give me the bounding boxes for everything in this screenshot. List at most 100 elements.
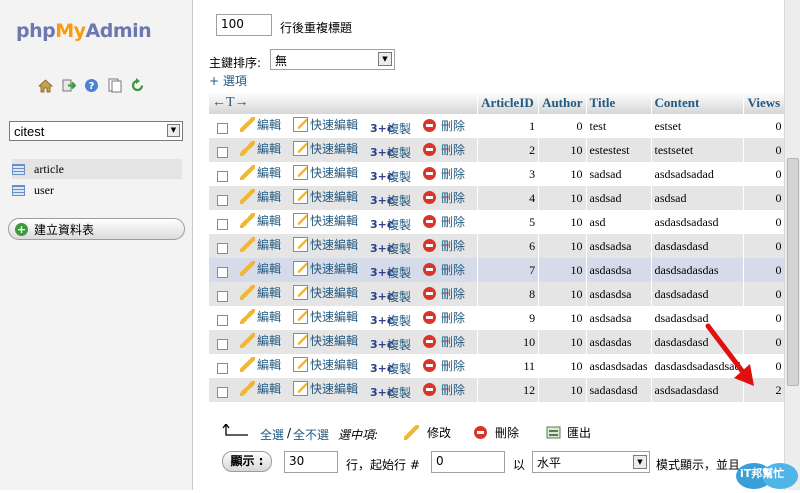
copy-button[interactable]: 3+c 複製	[370, 120, 411, 137]
cell-title[interactable]: asdasdas	[586, 330, 652, 354]
table-row[interactable]: 編輯 快速編輯 3+c 複製 刪除 2 10 estestest testsete…	[209, 138, 786, 162]
row-checkbox[interactable]	[217, 219, 228, 231]
cell-content[interactable]: estset	[651, 114, 745, 138]
column-header-articleid[interactable]: ArticleID	[477, 92, 540, 114]
cell-content[interactable]: asdasdsadasd	[651, 210, 745, 234]
cell-author[interactable]: 0	[538, 114, 587, 138]
table-row[interactable]: 編輯 快速編輯 3+c 複製 刪除 11 10 asdasdsadas dasda…	[209, 354, 786, 378]
cell-views[interactable]: 0	[743, 186, 786, 210]
column-resize-arrows[interactable]: ←T→	[209, 92, 479, 114]
row-checkbox[interactable]	[217, 387, 228, 399]
quick-edit-button[interactable]: 快速編輯	[293, 380, 358, 397]
copy-button[interactable]: 3+c 複製	[370, 288, 411, 305]
delete-button[interactable]: 刪除	[423, 333, 465, 350]
docs-icon[interactable]	[107, 78, 122, 93]
cell-articleid[interactable]: 7	[477, 258, 540, 282]
row-checkbox[interactable]	[217, 123, 228, 135]
help-icon[interactable]: ?	[84, 78, 99, 93]
delete-button[interactable]: 刪除	[423, 285, 465, 302]
quick-edit-button[interactable]: 快速編輯	[293, 164, 358, 181]
cell-articleid[interactable]: 8	[477, 282, 540, 306]
delete-button[interactable]: 刪除	[423, 357, 465, 374]
table-row[interactable]: 編輯 快速編輯 3+c 複製 刪除 5 10 asd asdasdsadasd 0	[209, 210, 786, 234]
cell-author[interactable]: 10	[538, 354, 587, 378]
scrollbar-thumb[interactable]	[787, 158, 799, 386]
sort-by-key-select[interactable]: 無 ▼	[270, 49, 395, 70]
edit-button[interactable]: 編輯	[240, 188, 281, 205]
cell-content[interactable]: dasdasdasd	[651, 234, 745, 258]
edit-button[interactable]: 編輯	[240, 356, 281, 373]
cell-author[interactable]: 10	[538, 138, 587, 162]
column-header-title[interactable]: Title	[586, 92, 652, 114]
sidebar-item-user[interactable]: user	[12, 180, 182, 200]
table-row[interactable]: 編輯 快速編輯 3+c 複製 刪除 12 10 sadasdasd asdsada…	[209, 378, 786, 402]
bulk-edit-button[interactable]: 修改	[404, 424, 451, 441]
row-checkbox[interactable]	[217, 171, 228, 183]
column-header-views[interactable]: Views	[743, 92, 786, 114]
cell-title[interactable]: test	[586, 114, 652, 138]
cell-author[interactable]: 10	[538, 282, 587, 306]
sidebar-item-article[interactable]: article	[12, 159, 182, 179]
table-row[interactable]: 編輯 快速編輯 3+c 複製 刪除 3 10 sadsad asdsadsadad…	[209, 162, 786, 186]
edit-button[interactable]: 編輯	[240, 164, 281, 181]
edit-button[interactable]: 編輯	[240, 308, 281, 325]
cell-title[interactable]: asd	[586, 210, 652, 234]
cell-articleid[interactable]: 4	[477, 186, 540, 210]
delete-button[interactable]: 刪除	[423, 189, 465, 206]
cell-content[interactable]: asdsadsadad	[651, 162, 745, 186]
cell-author[interactable]: 10	[538, 162, 587, 186]
row-checkbox[interactable]	[217, 195, 228, 207]
table-row[interactable]: 編輯 快速編輯 3+c 複製 刪除 6 10 asdsadsa dasdasdas…	[209, 234, 786, 258]
column-header-content[interactable]: Content	[651, 92, 745, 114]
show-button[interactable]: 顯示 :	[222, 451, 272, 472]
cell-author[interactable]: 10	[538, 306, 587, 330]
cell-views[interactable]: 0	[743, 282, 786, 306]
cell-content[interactable]: dasdsadasd	[651, 282, 745, 306]
cell-articleid[interactable]: 3	[477, 162, 540, 186]
cell-articleid[interactable]: 9	[477, 306, 540, 330]
edit-button[interactable]: 編輯	[240, 380, 281, 397]
bulk-delete-button[interactable]: 刪除	[474, 424, 519, 441]
copy-button[interactable]: 3+c 複製	[370, 312, 411, 329]
copy-button[interactable]: 3+c 複製	[370, 168, 411, 185]
delete-button[interactable]: 刪除	[423, 237, 465, 254]
delete-button[interactable]: 刪除	[423, 309, 465, 326]
delete-button[interactable]: 刪除	[423, 165, 465, 182]
row-checkbox[interactable]	[217, 243, 228, 255]
create-table-button[interactable]: + 建立資料表	[8, 218, 185, 240]
cell-author[interactable]: 10	[538, 258, 587, 282]
cell-articleid[interactable]: 5	[477, 210, 540, 234]
delete-button[interactable]: 刪除	[423, 117, 465, 134]
home-icon[interactable]	[37, 78, 54, 93]
copy-button[interactable]: 3+c 複製	[370, 384, 411, 401]
edit-button[interactable]: 編輯	[240, 332, 281, 349]
cell-title[interactable]: asdsad	[586, 186, 652, 210]
cell-content[interactable]: testsetet	[651, 138, 745, 162]
reload-icon[interactable]	[130, 78, 145, 93]
row-checkbox[interactable]	[217, 291, 228, 303]
table-row[interactable]: 編輯 快速編輯 3+c 複製 刪除 7 10 asdasdsa dasdsadas…	[209, 258, 786, 282]
cell-author[interactable]: 10	[538, 234, 587, 258]
quick-edit-button[interactable]: 快速編輯	[293, 260, 358, 277]
options-link[interactable]: + 選項	[209, 72, 247, 89]
exit-icon[interactable]	[61, 78, 77, 93]
quick-edit-button[interactable]: 快速編輯	[293, 356, 358, 373]
cell-author[interactable]: 10	[538, 210, 587, 234]
cell-author[interactable]: 10	[538, 378, 587, 402]
row-checkbox[interactable]	[217, 147, 228, 159]
cell-articleid[interactable]: 11	[477, 354, 540, 378]
quick-edit-button[interactable]: 快速編輯	[293, 140, 358, 157]
table-row[interactable]: 編輯 快速編輯 3+c 複製 刪除 1 0 test estset 0	[209, 114, 786, 138]
delete-button[interactable]: 刪除	[423, 141, 465, 158]
quick-edit-button[interactable]: 快速編輯	[293, 188, 358, 205]
copy-button[interactable]: 3+c 複製	[370, 360, 411, 377]
column-header-author[interactable]: Author	[538, 92, 587, 114]
table-row[interactable]: 編輯 快速編輯 3+c 複製 刪除 4 10 asdsad asdsad 0	[209, 186, 786, 210]
cell-articleid[interactable]: 10	[477, 330, 540, 354]
copy-button[interactable]: 3+c 複製	[370, 192, 411, 209]
edit-button[interactable]: 編輯	[240, 140, 281, 157]
cell-title[interactable]: asdasdsa	[586, 282, 652, 306]
row-checkbox[interactable]	[217, 339, 228, 351]
edit-button[interactable]: 編輯	[240, 212, 281, 229]
quick-edit-button[interactable]: 快速編輯	[293, 332, 358, 349]
